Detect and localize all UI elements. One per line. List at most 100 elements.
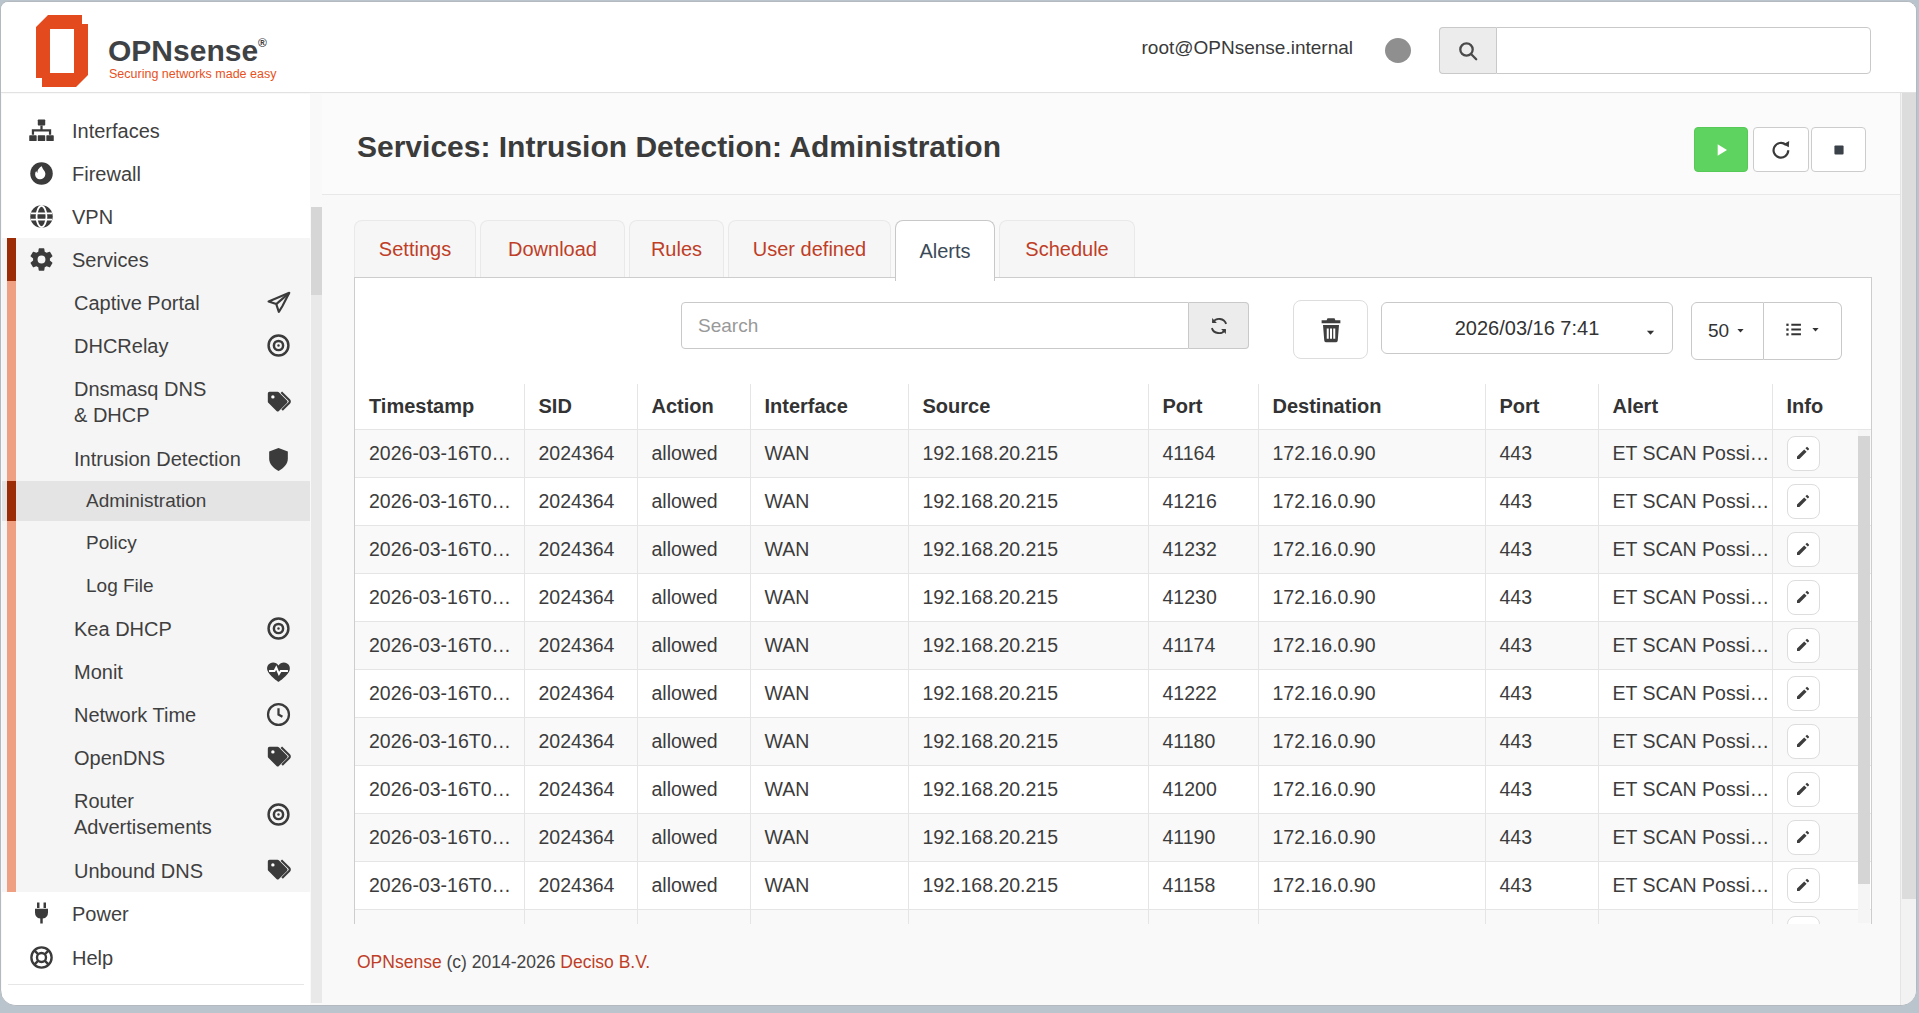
sidebar-item-captive-portal[interactable]: Captive Portal [2,281,310,324]
table-row[interactable]: 2026-03-16T0…2024364allowedWAN192.168.20… [355,765,1871,813]
page-size-dropdown[interactable]: 50 [1691,302,1764,360]
table-row[interactable]: 2026-03-16T0…2024364allowedWAN192.168.20… [355,669,1871,717]
table-row[interactable]: 2026-03-16T0…2024364allowedWAN192.168.20… [355,813,1871,861]
tab-alerts[interactable]: Alerts [895,220,995,281]
table-cell: allowed [637,477,750,525]
tab-rules[interactable]: Rules [629,220,724,277]
sidebar-item-opendns[interactable]: OpenDNS [2,736,310,779]
edit-alert-button[interactable] [1787,676,1820,711]
column-header-source[interactable]: Source [908,384,1148,429]
footer-link[interactable]: Deciso B.V. [560,952,650,972]
start-service-button[interactable] [1694,127,1748,172]
sidebar-item-interfaces[interactable]: Interfaces [2,109,310,152]
tab-download[interactable]: Download [480,220,625,277]
table-cell: 192.168.20.215 [908,813,1148,861]
delete-alerts-button[interactable] [1293,300,1368,359]
table-row[interactable]: 2026-03-16T0…2024364allowedWAN192.168.20… [355,621,1871,669]
column-header-info[interactable]: Info [1772,384,1871,429]
column-chooser-dropdown[interactable] [1764,302,1842,360]
table-cell: allowed [637,861,750,909]
sidebar-item-network-time[interactable]: Network Time [2,693,310,736]
active-section-strip [7,367,16,437]
edit-alert-button[interactable] [1787,436,1820,471]
global-search-input[interactable] [1496,27,1871,74]
column-header-alert[interactable]: Alert [1598,384,1772,429]
table-cell: WAN [750,909,908,924]
sidebar-item-intrusion-detection[interactable]: Intrusion Detection [2,437,310,481]
active-section-strip [7,521,16,564]
bullseye-icon [265,615,292,642]
stop-service-button[interactable] [1811,127,1866,172]
sidebar-item-services[interactable]: Services [2,238,310,281]
table-row[interactable]: 2026-03-16T0…2024364allowedWAN192.168.20… [355,429,1871,477]
edit-alert-button[interactable] [1787,916,1820,925]
table-row[interactable]: 2026-03-16T0…2024364allowedWAN192.168.20… [355,909,1871,924]
edit-alert-button[interactable] [1787,484,1820,519]
table-row[interactable]: 2026-03-16T0…2024364allowedWAN192.168.20… [355,573,1871,621]
table-cell-info [1772,573,1871,621]
opnsense-logo[interactable]: OPNsense® Securing networks made easy [31,14,321,84]
sidebar-item-unbound-dns[interactable]: Unbound DNS [2,849,310,892]
table-cell: allowed [637,573,750,621]
sidebar-item-kea-dhcp[interactable]: Kea DHCP [2,607,310,650]
table-cell: WAN [750,861,908,909]
tab-schedule[interactable]: Schedule [999,220,1135,277]
table-cell: ET SCAN Possi… [1598,477,1772,525]
column-header-sid[interactable]: SID [524,384,637,429]
sidebar-item-vpn[interactable]: VPN [2,195,310,238]
table-cell-info [1772,477,1871,525]
edit-alert-button[interactable] [1787,724,1820,759]
pencil-icon [1795,445,1811,461]
sidebar-item-log-file[interactable]: Log File [2,564,310,607]
sidebar-item-administration[interactable]: Administration [2,481,310,521]
table-row[interactable]: 2026-03-16T0…2024364allowedWAN192.168.20… [355,717,1871,765]
window-scrollbar[interactable] [1900,2,1916,1005]
table-cell: 172.16.0.90 [1258,765,1485,813]
edit-alert-button[interactable] [1787,772,1820,807]
sidebar-item-router-advertisements[interactable]: Router Advertisements [2,779,310,849]
sidebar-item-dhcrelay[interactable]: DHCRelay [2,324,310,367]
sidebar-item-monit[interactable]: Monit [2,650,310,693]
shield-icon [265,446,292,473]
table-row[interactable]: 2026-03-16T0…2024364allowedWAN192.168.20… [355,861,1871,909]
column-header-destination[interactable]: Destination [1258,384,1485,429]
tab-content-panel: 2026/03/16 7:41 50 TimestampSIDActionInt… [354,277,1872,924]
date-filter-dropdown[interactable]: 2026/03/16 7:41 [1381,302,1673,354]
column-header-action[interactable]: Action [637,384,750,429]
table-scrollbar[interactable] [1858,430,1870,923]
table-row[interactable]: 2026-03-16T0…2024364allowedWAN192.168.20… [355,525,1871,573]
restart-service-button[interactable] [1753,127,1809,172]
caret-down-icon [1734,320,1747,342]
table-cell: 172.16.0.90 [1258,717,1485,765]
column-header-port[interactable]: Port [1148,384,1258,429]
sidebar-item-help[interactable]: Help [2,935,310,980]
sidebar-item-power[interactable]: Power [2,892,310,935]
table-cell: 41158 [1148,861,1258,909]
tab-settings[interactable]: Settings [354,220,476,277]
gear-icon [28,246,55,273]
sidebar-item-policy[interactable]: Policy [2,521,310,564]
table-cell: allowed [637,429,750,477]
table-cell: allowed [637,909,750,924]
edit-alert-button[interactable] [1787,580,1820,615]
table-cell: 192.168.20.215 [908,717,1148,765]
sidebar-scrollbar[interactable] [311,207,322,1003]
table-row[interactable]: 2026-03-16T0…2024364allowedWAN192.168.20… [355,477,1871,525]
edit-alert-button[interactable] [1787,628,1820,663]
column-header-timestamp[interactable]: Timestamp [355,384,524,429]
table-cell: 192.168.20.215 [908,861,1148,909]
edit-alert-button[interactable] [1787,868,1820,903]
sidebar-item-dnsmasq-dns-dhcp[interactable]: Dnsmasq DNS & DHCP [2,367,310,437]
sidebar-item-firewall[interactable]: Firewall [2,152,310,195]
alerts-search-input[interactable] [681,302,1189,349]
column-header-interface[interactable]: Interface [750,384,908,429]
table-cell: 41222 [1148,669,1258,717]
tab-user-defined[interactable]: User defined [728,220,891,277]
refresh-search-button[interactable] [1189,302,1249,349]
footer-link[interactable]: OPNsense [357,952,442,972]
column-header-port[interactable]: Port [1485,384,1598,429]
edit-alert-button[interactable] [1787,820,1820,855]
clock-icon [265,701,292,728]
edit-alert-button[interactable] [1787,532,1820,567]
stop-icon [1829,140,1849,160]
